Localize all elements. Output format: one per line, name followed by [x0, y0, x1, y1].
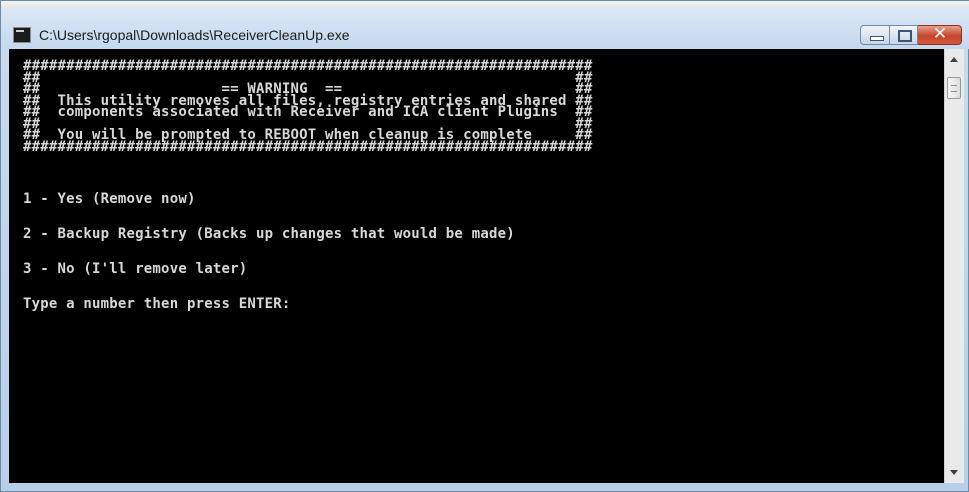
caption-buttons: ✕: [860, 24, 962, 47]
banner-line: ########################################…: [23, 138, 593, 155]
scroll-down-icon[interactable]: [950, 470, 958, 475]
window-title: C:\Users\rgopal\Downloads\ReceiverCleanU…: [39, 27, 350, 43]
vertical-scrollbar[interactable]: [944, 49, 964, 483]
maximize-icon: [898, 30, 912, 42]
maximize-button[interactable]: [890, 25, 918, 45]
option-remove-later: 3 - No (I'll remove later): [23, 261, 248, 277]
minimize-button[interactable]: [860, 25, 890, 45]
scroll-up-icon[interactable]: [950, 57, 958, 62]
background-strip: [1, 1, 969, 9]
scroll-thumb[interactable]: [947, 77, 961, 99]
console-text: ########################################…: [9, 49, 944, 312]
option-backup-registry: 2 - Backup Registry (Backs up changes th…: [23, 226, 515, 242]
input-prompt: Type a number then press ENTER:: [23, 296, 291, 312]
close-button[interactable]: ✕: [918, 24, 962, 45]
close-icon: ✕: [932, 24, 948, 44]
console-app-icon[interactable]: [13, 27, 31, 43]
console-output[interactable]: ########################################…: [9, 49, 944, 483]
minimize-icon: [870, 36, 884, 41]
option-remove-now: 1 - Yes (Remove now): [23, 191, 196, 207]
title-bar[interactable]: C:\Users\rgopal\Downloads\ReceiverCleanU…: [1, 9, 969, 49]
console-window: C:\Users\rgopal\Downloads\ReceiverCleanU…: [0, 0, 969, 492]
